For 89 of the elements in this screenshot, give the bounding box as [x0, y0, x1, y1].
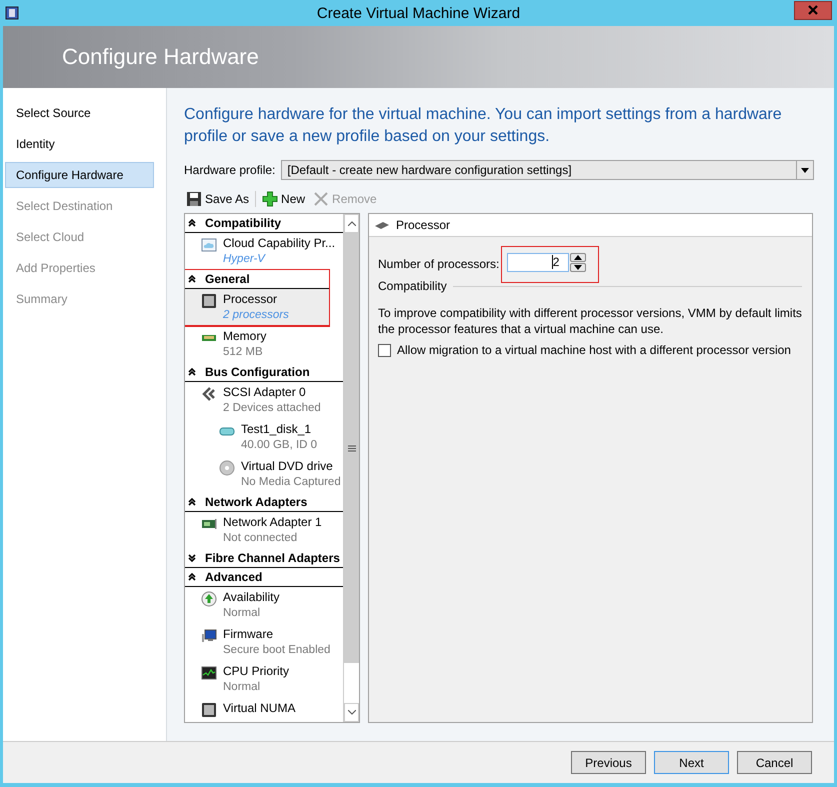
item-detail: Normal	[223, 680, 262, 695]
hardware-item[interactable]: Memory 512 MB	[185, 326, 343, 363]
scroll-up-icon[interactable]	[348, 221, 356, 226]
wizard-button[interactable]: Previous	[571, 751, 646, 774]
section-header[interactable]: Compatibility	[185, 214, 343, 233]
section-title: Compatibility	[205, 216, 282, 230]
wizard-button[interactable]: Next	[654, 751, 729, 774]
collapse-icon[interactable]	[188, 573, 196, 581]
intro-text: Configure hardware for the virtual machine. You can import settings from a hardware profile or save a new profile based on your settings.	[184, 105, 783, 147]
section-header[interactable]: Advanced	[185, 568, 343, 587]
toolbar-button[interactable]: Save As	[184, 191, 252, 207]
item-name: Test1_disk_1	[241, 422, 312, 437]
item-name: Firmware	[223, 627, 274, 642]
hardware-item[interactable]: Cloud Capability Pr... Hyper-V	[185, 233, 343, 270]
hardware-item[interactable]: Network Adapter 1 Not connected	[185, 512, 343, 549]
hardware-item[interactable]: CPU Priority Normal	[185, 661, 343, 698]
dropdown-arrow-icon	[801, 168, 809, 172]
section-header[interactable]: Bus Configuration	[185, 363, 343, 382]
item-name: Memory	[223, 329, 266, 344]
profile-label: Hardware profile:	[184, 163, 276, 177]
wizard-button[interactable]: Cancel	[737, 751, 812, 774]
network-card-icon	[201, 516, 217, 532]
collapse-icon[interactable]	[188, 275, 196, 283]
scroll-down-icon[interactable]	[348, 710, 356, 715]
item-name: Virtual NUMA	[223, 701, 296, 716]
app-icon	[5, 6, 19, 20]
panel-title: Processor	[396, 218, 450, 232]
wizard-step[interactable]: Configure Hardware	[5, 162, 154, 188]
item-detail: Normal	[223, 606, 262, 621]
hardware-item[interactable]: Firmware Secure boot Enabled	[185, 624, 343, 661]
item-detail: No Media Captured	[241, 475, 341, 490]
toolbar-button[interactable]: New	[260, 191, 308, 207]
section-title: Advanced	[205, 570, 262, 584]
checkbox[interactable]	[378, 344, 391, 356]
section-title: Network Adapters	[205, 495, 308, 509]
page-title: Configure Hardware	[62, 44, 259, 70]
decrement-button[interactable]	[570, 262, 586, 272]
disc-icon	[219, 460, 235, 476]
up-arrow-circle-icon	[201, 591, 217, 607]
increment-button[interactable]	[570, 252, 586, 262]
item-name: Network Adapter 1	[223, 515, 322, 530]
window-title: Create Virtual Machine Wizard	[316, 4, 520, 22]
plus-icon	[262, 191, 278, 207]
item-detail: 2 Devices attached	[223, 401, 321, 416]
hardware-item[interactable]: Virtual DVD drive No Media Captured	[185, 456, 343, 493]
collapse-icon[interactable]	[188, 498, 196, 506]
close-icon	[808, 5, 818, 15]
item-detail: Secure boot Enabled	[223, 643, 330, 658]
monitor-icon	[201, 628, 217, 644]
item-detail: 40.00 GB, ID 0	[241, 438, 318, 453]
performance-graph-icon	[201, 665, 217, 681]
wizard-step[interactable]: Select Source	[5, 100, 154, 126]
item-name: Cloud Capability Pr...	[223, 236, 336, 251]
description-text: To improve compatibility with different processor versions, VMM by default limits the processor features that a virtual machine can use.	[378, 305, 802, 337]
collapse-icon[interactable]	[188, 219, 196, 227]
profile-dropdown[interactable]: [Default - create new hardware configuration settings]	[281, 160, 814, 180]
cloud-window-icon	[201, 237, 217, 253]
item-name: Virtual DVD drive	[241, 459, 334, 474]
scrollbar[interactable]	[343, 214, 359, 722]
item-name: SCSI Adapter 0	[223, 385, 307, 400]
grip-icon[interactable]	[348, 444, 356, 452]
item-name: CPU Priority	[223, 664, 290, 679]
number-spinner[interactable]: 2	[507, 252, 570, 272]
section-title: Bus Configuration	[205, 365, 310, 379]
remove-x-icon	[313, 191, 330, 207]
close-button[interactable]	[794, 0, 832, 20]
hardware-item[interactable]: Availability Normal	[185, 587, 343, 624]
hardware-item[interactable]: Processor 2 processors	[185, 289, 329, 326]
save-icon	[186, 191, 202, 207]
hardware-item[interactable]: Test1_disk_1 40.00 GB, ID 0	[185, 419, 343, 456]
section-header[interactable]: Fibre Channel Adapters	[185, 549, 343, 568]
item-detail: 512 MB	[223, 345, 264, 360]
section-title: Fibre Channel Adapters	[205, 551, 340, 565]
hardware-item[interactable]: SCSI Adapter 0 2 Devices attached	[185, 382, 343, 419]
item-name: Processor	[223, 292, 278, 307]
hardware-item[interactable]: Virtual NUMA	[185, 698, 343, 722]
wizard-step[interactable]: Identity	[5, 131, 154, 157]
expand-icon[interactable]	[188, 554, 196, 562]
up-arrow-icon	[574, 254, 582, 260]
group-title: Compatibility	[378, 279, 447, 293]
collapse-icon[interactable]	[188, 368, 196, 376]
field-label: Number of processors:	[378, 257, 500, 271]
connector-icon	[201, 386, 217, 402]
item-name: Availability	[223, 590, 280, 605]
section-title: General	[205, 272, 250, 286]
section-header[interactable]: Network Adapters	[185, 493, 343, 512]
checkbox-label: Allow migration to a virtual machine host with a different processor version	[397, 343, 791, 357]
item-detail: Not connected	[223, 531, 298, 546]
down-arrow-icon	[574, 264, 582, 270]
